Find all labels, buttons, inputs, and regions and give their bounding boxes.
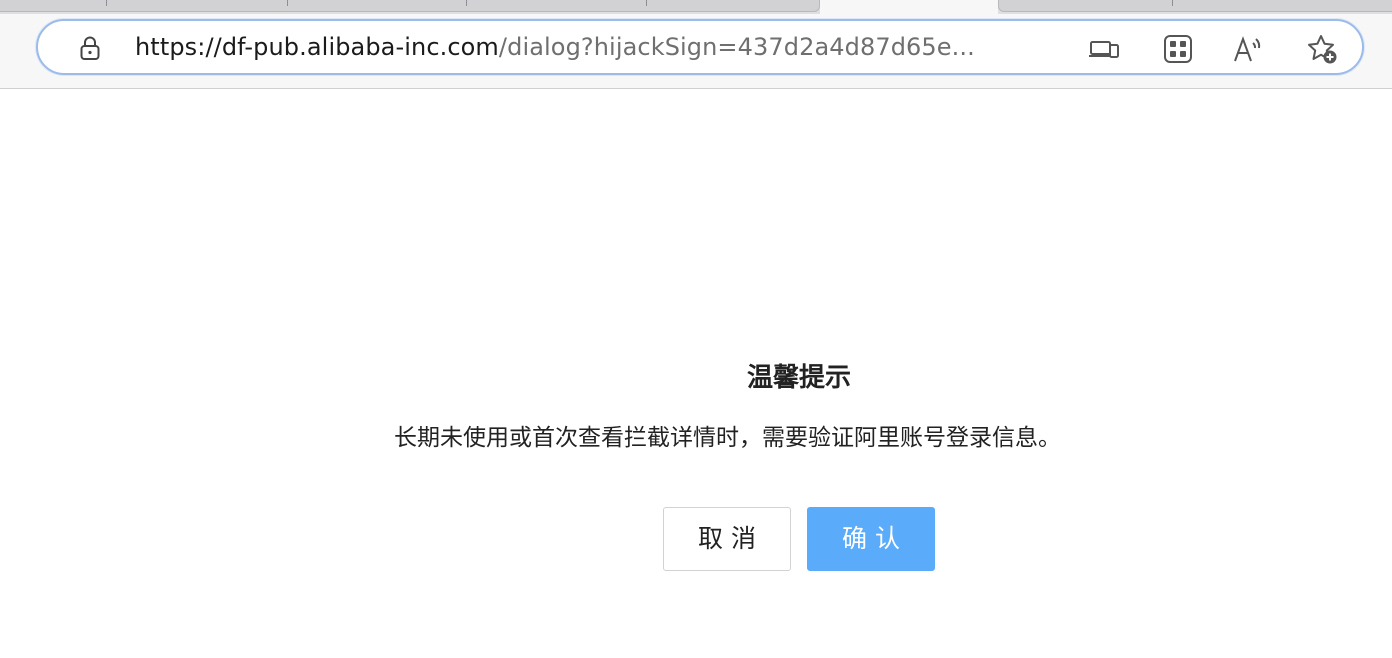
active-tab[interactable] [820,0,998,14]
tab-strip [0,0,1392,14]
dialog-title: 温馨提示 [746,363,851,393]
dialog-message: 长期未使用或首次查看拦截详情时，需要验证阿里账号登录信息。 [394,425,1061,451]
read-aloud-icon[interactable] [1232,33,1264,65]
tab-divider [646,0,647,6]
device-icon[interactable] [1088,33,1120,65]
browser-toolbar: https://df-pub.alibaba-inc.com/dialog?hi… [0,14,1392,89]
tab-divider [1172,0,1173,6]
apps-grid-icon[interactable] [1162,33,1194,65]
url-path: /dialog?hijackSign=437d2a4d87d65e... [498,33,975,61]
url-text[interactable]: https://df-pub.alibaba-inc.com/dialog?hi… [135,21,1065,73]
lock-icon[interactable] [79,35,101,61]
confirm-button[interactable]: 确认 [807,507,935,571]
add-favorite-icon[interactable] [1306,33,1338,65]
address-bar[interactable]: https://df-pub.alibaba-inc.com/dialog?hi… [36,19,1364,75]
browser-tab[interactable] [998,0,1392,12]
dialog-title-row: 温馨提示 [0,358,1392,398]
browser-tab[interactable] [0,0,820,12]
cancel-button[interactable]: 取消 [663,507,791,571]
url-host: https://df-pub.alibaba-inc.com [135,33,499,61]
tab-divider [466,0,467,6]
tab-divider [287,0,288,6]
tab-divider [106,0,107,6]
